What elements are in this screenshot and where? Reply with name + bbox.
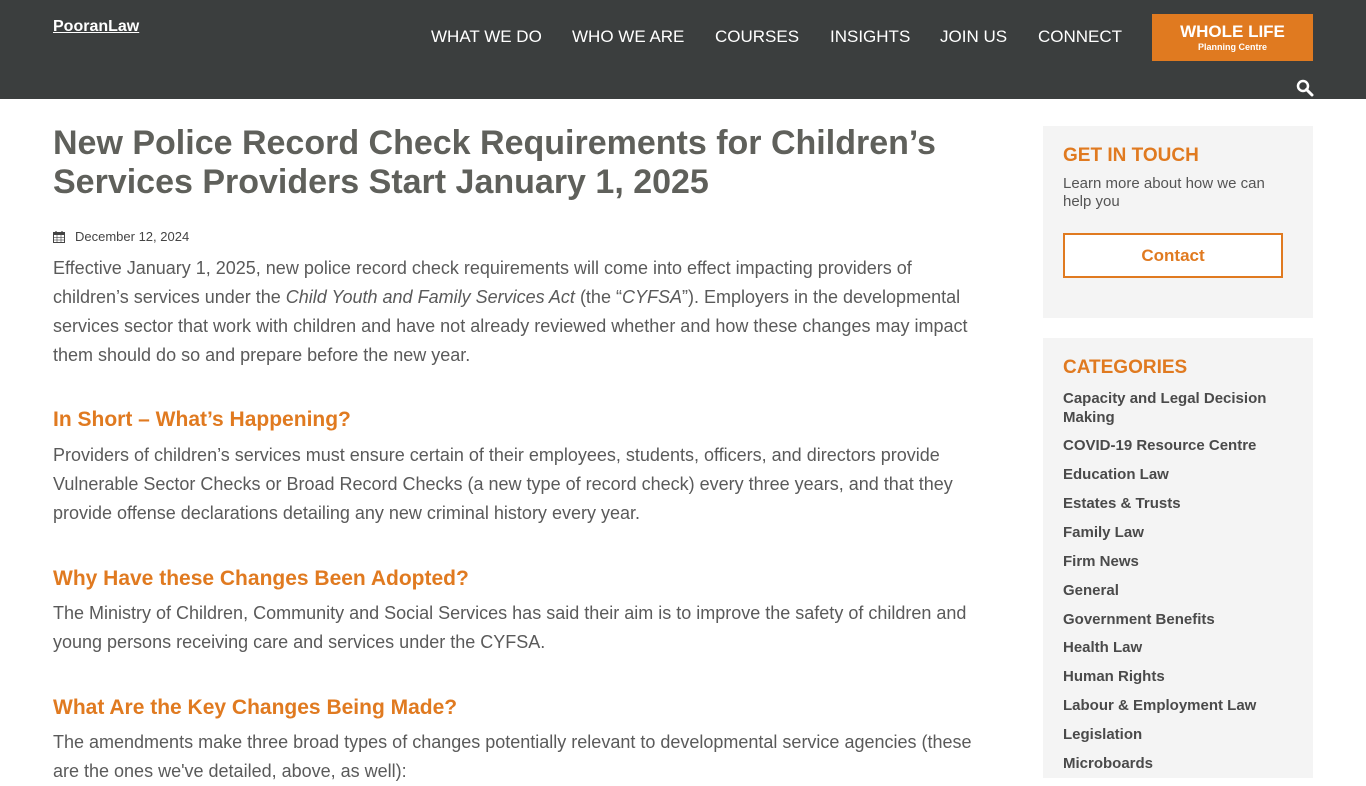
categories-title: CATEGORIES xyxy=(1063,357,1188,378)
heading-why: Why Have these Changes Been Adopted? xyxy=(53,567,469,590)
contact-button[interactable]: Contact xyxy=(1063,233,1283,278)
key-changes-paragraph: The amendments make three broad types of… xyxy=(53,732,972,781)
category-link[interactable]: Health Law xyxy=(1063,638,1293,657)
intro-text-b: (the “ xyxy=(574,287,622,307)
nav-join-us[interactable]: JOIN US xyxy=(940,27,1007,47)
site-header: PooranLaw WHAT WE DO WHO WE ARE COURSES … xyxy=(0,0,1366,99)
nav-connect[interactable]: CONNECT xyxy=(1038,27,1122,47)
site-logo[interactable]: PooranLaw xyxy=(53,18,139,36)
nav-insights[interactable]: INSIGHTS xyxy=(830,27,910,47)
get-in-touch-subtitle: Learn more about how we can help you xyxy=(1063,175,1265,210)
why-paragraph: The Ministry of Children, Community and … xyxy=(53,603,967,652)
category-link[interactable]: General xyxy=(1063,581,1293,600)
category-link[interactable]: Education Law xyxy=(1063,465,1293,484)
calendar-icon xyxy=(53,230,65,243)
category-link[interactable]: Capacity and Legal Decision Making xyxy=(1063,389,1293,427)
planning-centre-label: Planning Centre xyxy=(1197,42,1267,52)
heading-in-short: In Short – What’s Happening? xyxy=(53,408,351,431)
nav-what-we-do[interactable]: WHAT WE DO xyxy=(431,27,542,47)
category-link[interactable]: Government Benefits xyxy=(1063,610,1293,629)
logo-alt-text: PooranLaw xyxy=(53,18,140,35)
act-abbrev: CYFSA xyxy=(621,287,682,307)
whole-life-label: WHOLE LIFE xyxy=(1180,22,1285,41)
category-link[interactable]: Labour & Employment Law xyxy=(1063,696,1293,715)
nav-courses[interactable]: COURSES xyxy=(715,27,799,47)
intro-paragraph: Effective January 1, 2025, new police re… xyxy=(53,254,988,370)
nav-who-we-are[interactable]: WHO WE ARE xyxy=(572,27,684,47)
category-link[interactable]: Firm News xyxy=(1063,552,1293,571)
in-short-paragraph: Providers of children’s services must en… xyxy=(53,445,953,523)
article-title: New Police Record Check Requirements for… xyxy=(53,124,936,201)
heading-key-changes: What Are the Key Changes Being Made? xyxy=(53,696,458,719)
whole-life-button[interactable]: WHOLE LIFE Planning Centre xyxy=(1152,14,1313,61)
category-link[interactable]: Legislation xyxy=(1063,725,1293,744)
category-link[interactable]: Estates & Trusts xyxy=(1063,494,1293,513)
date-text: December 12, 2024 xyxy=(75,229,190,244)
act-name: Child Youth and Family Services Act xyxy=(285,287,575,307)
category-link[interactable]: Family Law xyxy=(1063,523,1293,542)
category-link[interactable]: Microboards xyxy=(1063,754,1293,773)
category-link[interactable]: Human Rights xyxy=(1063,667,1293,686)
search-icon[interactable] xyxy=(1296,79,1314,97)
get-in-touch-card: GET IN TOUCH Learn more about how we can… xyxy=(1043,126,1313,318)
category-link[interactable]: COVID-19 Resource Centre xyxy=(1063,436,1293,455)
get-in-touch-title: GET IN TOUCH xyxy=(1063,145,1199,166)
article-date: December 12, 2024 xyxy=(53,229,189,244)
